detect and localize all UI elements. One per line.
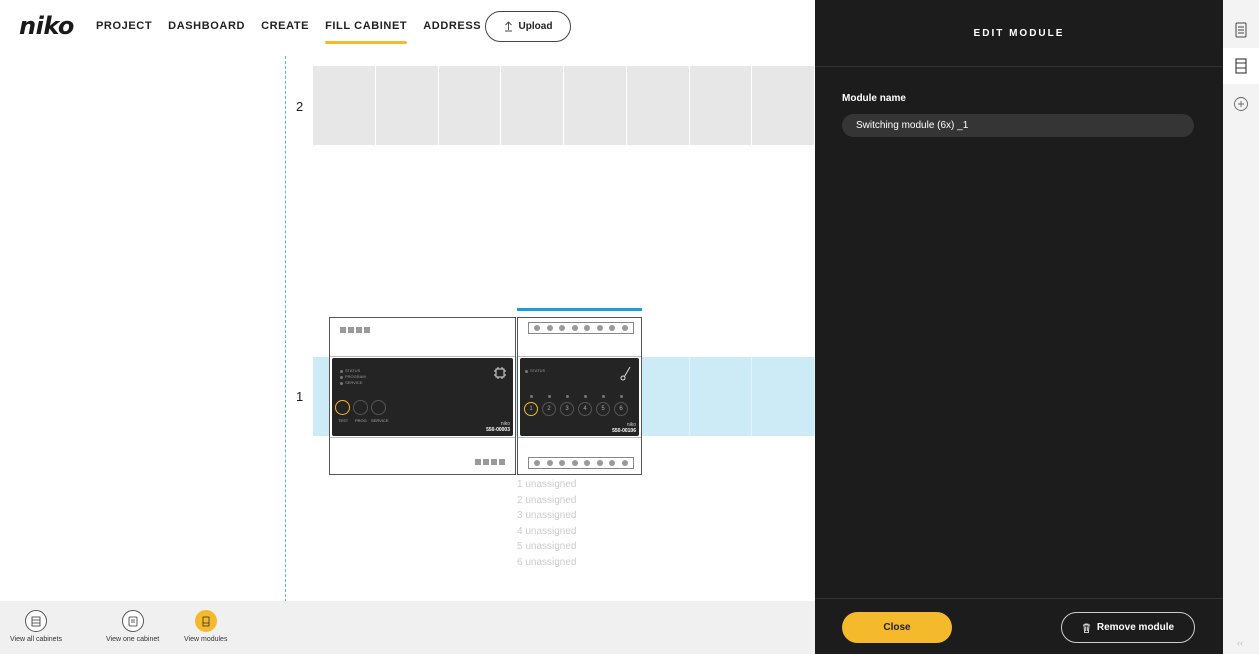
modules-icon [202, 616, 210, 626]
cabinet-icon [128, 616, 137, 626]
chip-icon [494, 367, 506, 379]
module-icon[interactable] [1223, 48, 1259, 84]
view-all-label: View all cabinets [10, 636, 63, 643]
panel-title: EDIT MODULE [973, 27, 1065, 39]
unassigned-item: 4 unassigned [517, 525, 577, 537]
panel-header: EDIT MODULE [815, 0, 1223, 67]
row-label-2: 2 [296, 99, 304, 114]
panel-footer-divider [815, 598, 1223, 599]
channel-button-3: 3 [560, 402, 574, 416]
nav-address[interactable]: ADDRESS [423, 0, 481, 56]
remove-module-label: Remove module [1096, 622, 1175, 633]
upload-button[interactable]: Upload [485, 11, 571, 42]
module-brand-code: niko 550-00003 [486, 421, 510, 433]
test-label: TEST [338, 418, 349, 423]
service-label: SERVICE [371, 418, 389, 423]
switching-face: STATUS 1 2 3 4 5 6 niko 550-00106 [520, 358, 639, 436]
cabinet-canvas: 2 1 STATUS PROGRAM SERVICE TEST PROG SER… [0, 56, 815, 602]
unassigned-item: 5 unassigned [517, 541, 577, 552]
view-all-cabinets-button[interactable]: View all cabinets [10, 610, 62, 643]
module-name-label: Module name [842, 93, 906, 104]
unassigned-item: 1 unassigned [517, 479, 577, 490]
view-modules-label: View modules [184, 636, 228, 643]
top-navigation: niko PROJECT DASHBOARD CREATE FILL CABIN… [0, 0, 815, 56]
nav-project[interactable]: PROJECT [96, 0, 152, 56]
cabinet-border-left [285, 56, 286, 602]
unassigned-item: 3 unassigned [517, 510, 577, 521]
side-toolbar: ‹‹ [1223, 0, 1259, 654]
brand-logo: niko [19, 12, 74, 40]
terminal-strip-top [528, 322, 634, 334]
upload-icon [504, 21, 512, 32]
service-button-ring [371, 400, 386, 415]
controller-face: STATUS PROGRAM SERVICE TEST PROG SERVICE… [332, 358, 513, 436]
led-label-status: STATUS [530, 368, 546, 373]
edit-module-panel: EDIT MODULE Module name Close Remove mod… [815, 0, 1223, 654]
unassigned-outputs-list: 1 unassigned 2 unassigned 3 unassigned 4… [517, 477, 577, 570]
unassigned-item: 2 unassigned [517, 494, 577, 506]
selected-module-indicator [517, 308, 642, 311]
din-rail-2[interactable] [313, 66, 815, 145]
cabinets-icon [31, 616, 41, 626]
controller-module[interactable]: STATUS PROGRAM SERVICE TEST PROG SERVICE… [329, 317, 516, 475]
nav-fill-cabinet[interactable]: FILL CABINET [325, 0, 408, 56]
view-one-label: View one cabinet [106, 636, 160, 643]
nav-dashboard[interactable]: DASHBOARD [168, 0, 245, 56]
view-modules-button[interactable]: View modules [184, 610, 227, 643]
nav-create[interactable]: CREATE [261, 0, 309, 56]
close-button[interactable]: Close [842, 612, 952, 643]
add-circle-icon[interactable] [1223, 86, 1259, 122]
test-button-ring [335, 400, 350, 415]
terminal-block-top [340, 327, 370, 333]
view-toolbar: View all cabinets View one cabinet View … [0, 601, 815, 654]
app-window: niko PROJECT DASHBOARD CREATE FILL CABIN… [0, 0, 1259, 654]
row-label-1: 1 [296, 389, 304, 404]
channel-button-1: 1 [524, 402, 538, 416]
channel-button-2: 2 [542, 402, 556, 416]
trash-icon [1082, 623, 1090, 633]
channel-button-5: 5 [596, 402, 610, 416]
channel-button-6: 6 [614, 402, 628, 416]
unassigned-item: 6 unassigned [517, 556, 577, 568]
terminal-strip-bottom [528, 457, 634, 469]
switch-icon [620, 366, 631, 381]
switching-module[interactable]: STATUS 1 2 3 4 5 6 niko 550-00106 [517, 317, 642, 475]
prog-button-ring [353, 400, 368, 415]
module-brand-code: niko 550-00106 [612, 422, 636, 434]
main-nav: PROJECT DASHBOARD CREATE FILL CABINET AD… [96, 0, 481, 56]
cabinet-list-icon[interactable] [1223, 12, 1259, 48]
prog-label: PROG [355, 418, 367, 423]
terminal-block-bottom [475, 459, 505, 465]
view-one-cabinet-button[interactable]: View one cabinet [106, 610, 159, 643]
module-name-input[interactable] [842, 114, 1194, 137]
collapse-chevron-icon[interactable]: ‹‹ [1237, 638, 1243, 648]
upload-label: Upload [518, 21, 553, 32]
channel-button-4: 4 [578, 402, 592, 416]
remove-module-button[interactable]: Remove module [1061, 612, 1195, 643]
led-label-service: SERVICE [345, 380, 363, 385]
